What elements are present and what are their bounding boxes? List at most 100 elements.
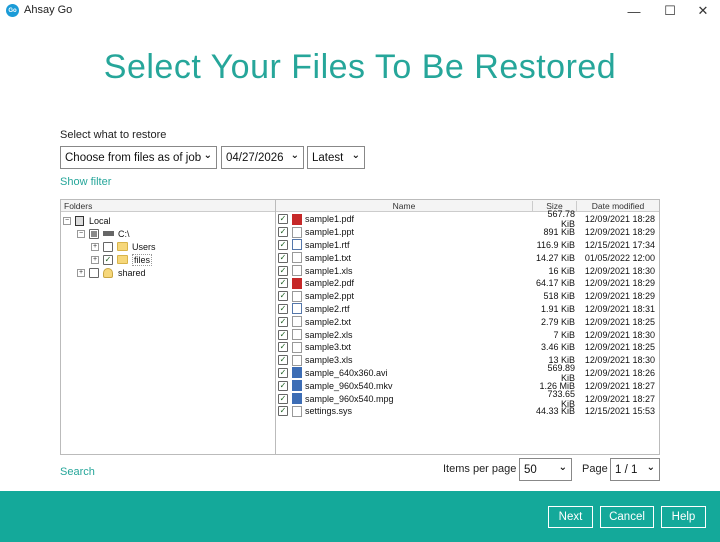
pdf-file-icon: [292, 277, 302, 289]
maximize-button[interactable]: ☐: [653, 0, 687, 22]
document-file-icon: [292, 239, 302, 251]
checked-checkbox[interactable]: ✓: [278, 355, 288, 366]
tree-node-label: C:\: [118, 228, 130, 239]
checked-checkbox[interactable]: ✓: [103, 254, 113, 265]
file-name-cell: ✓ sample1.txt: [276, 252, 533, 264]
file-name: sample3.txt: [305, 342, 352, 353]
checked-checkbox[interactable]: ✓: [278, 393, 288, 404]
pdf-file-icon: [292, 213, 302, 225]
chevron-down-icon: ⌄: [203, 150, 212, 161]
file-row[interactable]: ✓ sample_960x540.mpg 733.65 KiB 12/09/2021 …: [276, 389, 659, 409]
column-header-date[interactable]: Date modified: [577, 201, 659, 211]
expand-icon[interactable]: +: [77, 268, 85, 277]
checked-checkbox[interactable]: ✓: [278, 329, 288, 340]
document-file-icon: [292, 405, 302, 417]
file-row[interactable]: ✓ settings.sys 44.33 KiB 12/15/2021 15:53: [276, 405, 659, 418]
items-per-page-dropdown[interactable]: 50 ⌄: [519, 458, 572, 481]
file-date-modified: 12/09/2021 18:30: [584, 355, 655, 366]
document-file-icon: [292, 265, 302, 277]
file-name-cell: ✓ sample2.txt: [276, 316, 533, 328]
file-name-cell: ✓ sample_640x360.avi: [276, 367, 533, 379]
drive-icon: [103, 231, 114, 236]
folders-header: Folders: [61, 200, 276, 212]
file-row[interactable]: ✓ sample3.xls 13 KiB 12/09/2021 18:30: [276, 354, 659, 367]
tree-node-local[interactable]: − Local: [63, 214, 111, 227]
document-file-icon: [292, 252, 302, 264]
file-row[interactable]: ✓ sample1.xls 16 KiB 12/09/2021 18:30: [276, 264, 659, 277]
file-row[interactable]: ✓ sample1.txt 14.27 KiB 01/05/2022 12:00: [276, 251, 659, 264]
restore-date-dropdown[interactable]: 04/27/2026 ⌄: [221, 146, 304, 169]
search-link[interactable]: Search: [60, 466, 95, 478]
checked-checkbox[interactable]: ✓: [278, 252, 288, 263]
page-dropdown[interactable]: 1 / 1 ⌄: [610, 458, 660, 481]
document-file-icon: [292, 354, 302, 366]
computer-icon: [75, 215, 84, 226]
file-row[interactable]: ✓ sample2.ppt 518 KiB 12/09/2021 18:29: [276, 290, 659, 303]
file-name-cell: ✓ sample3.xls: [276, 354, 533, 366]
checked-checkbox[interactable]: ✓: [278, 316, 288, 327]
document-file-icon: [292, 341, 302, 353]
file-row[interactable]: ✓ sample2.rtf 1.91 KiB 12/09/2021 18:31: [276, 303, 659, 316]
file-date-modified: 12/09/2021 18:29: [584, 278, 655, 289]
restore-mode-dropdown[interactable]: Choose from files as of job ⌄: [60, 146, 217, 169]
file-name-cell: ✓ sample2.xls: [276, 329, 533, 341]
cancel-button[interactable]: Cancel: [600, 506, 654, 528]
unchecked-checkbox[interactable]: [89, 267, 99, 278]
file-date-modified: 12/15/2021 17:34: [584, 239, 655, 250]
checked-checkbox[interactable]: ✓: [278, 227, 288, 238]
tree-node-label: Local: [89, 215, 111, 226]
file-row[interactable]: ✓ sample2.txt 2.79 KiB 12/09/2021 18:25: [276, 315, 659, 328]
checked-checkbox[interactable]: ✓: [278, 303, 288, 314]
items-per-page-label: Items per page: [443, 463, 517, 475]
file-name: sample_640x360.avi: [305, 367, 388, 378]
expand-icon[interactable]: +: [91, 255, 99, 264]
file-row[interactable]: ✓ sample1.pdf 567.78 KiB 12/09/2021 18:28: [276, 209, 659, 229]
file-row[interactable]: ✓ sample_960x540.mkv 1.26 MiB 12/09/2021 18…: [276, 379, 659, 392]
file-name-cell: ✓ sample1.ppt: [276, 226, 533, 238]
partial-checkbox[interactable]: [89, 228, 99, 239]
document-file-icon: [292, 303, 302, 315]
checked-checkbox[interactable]: ✓: [278, 239, 288, 250]
file-row[interactable]: ✓ sample2.xls 7 KiB 12/09/2021 18:30: [276, 328, 659, 341]
checked-checkbox[interactable]: ✓: [278, 214, 288, 225]
show-filter-link[interactable]: Show filter: [60, 176, 111, 188]
tree-node-users[interactable]: + Users: [91, 240, 156, 253]
file-date-modified: 12/09/2021 18:25: [584, 316, 655, 327]
minimize-button[interactable]: —: [617, 0, 651, 22]
checked-checkbox[interactable]: ✓: [278, 367, 288, 378]
checked-checkbox[interactable]: ✓: [278, 406, 288, 417]
file-row[interactable]: ✓ sample3.txt 3.46 KiB 12/09/2021 18:25: [276, 341, 659, 354]
file-date-modified: 12/09/2021 18:25: [584, 342, 655, 353]
page-value: 1 / 1: [615, 463, 638, 476]
tree-node-files[interactable]: + ✓ files: [91, 253, 153, 266]
file-date-modified: 12/09/2021 18:31: [584, 303, 655, 314]
file-row[interactable]: ✓ sample_640x360.avi 569.89 KiB 12/09/2021 …: [276, 363, 659, 383]
file-name-cell: ✓ settings.sys: [276, 405, 533, 417]
next-button[interactable]: Next: [548, 506, 593, 528]
expand-icon[interactable]: +: [91, 242, 99, 251]
checked-checkbox[interactable]: ✓: [278, 342, 288, 353]
file-size: 44.33 KiB: [535, 406, 575, 417]
collapse-icon[interactable]: −: [77, 229, 85, 238]
file-row[interactable]: ✓ sample1.rtf 116.9 KiB 12/15/2021 17:34: [276, 239, 659, 252]
file-size: 2.79 KiB: [540, 316, 575, 327]
file-row[interactable]: ✓ sample2.pdf 64.17 KiB 12/09/2021 18:29: [276, 277, 659, 290]
tree-node-label: shared: [118, 267, 146, 278]
checked-checkbox[interactable]: ✓: [278, 278, 288, 289]
tree-node-shared[interactable]: + shared: [77, 266, 146, 279]
checked-checkbox[interactable]: ✓: [278, 380, 288, 391]
close-button[interactable]: ✕: [686, 0, 720, 22]
unchecked-checkbox[interactable]: [103, 241, 113, 252]
checked-checkbox[interactable]: ✓: [278, 265, 288, 276]
tree-node-c-drive[interactable]: − C:\: [77, 227, 130, 240]
file-name: sample2.xls: [305, 329, 353, 340]
collapse-icon[interactable]: −: [63, 216, 71, 225]
page-title: Select Your Files To Be Restored: [103, 48, 617, 86]
help-button[interactable]: Help: [661, 506, 706, 528]
file-size: 7 KiB: [553, 329, 575, 340]
checked-checkbox[interactable]: ✓: [278, 291, 288, 302]
file-row[interactable]: ✓ sample1.ppt 891 KiB 12/09/2021 18:29: [276, 226, 659, 239]
column-header-name[interactable]: Name: [276, 200, 533, 211]
file-date-modified: 01/05/2022 12:00: [584, 252, 655, 263]
restore-version-dropdown[interactable]: Latest ⌄: [307, 146, 365, 169]
